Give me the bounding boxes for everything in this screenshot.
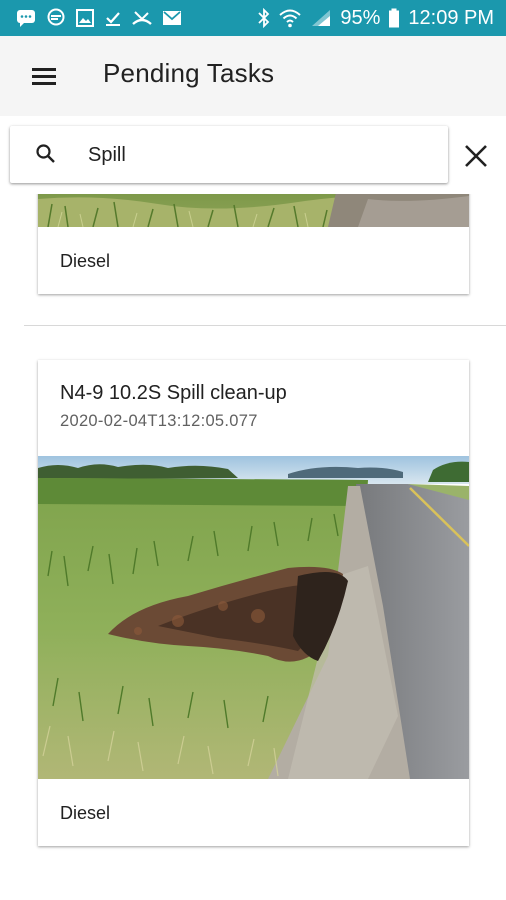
task-card[interactable]: N4-9 10.2S Spill clean-up 2020-02-04T13:… xyxy=(38,360,469,846)
task-type: Diesel xyxy=(60,251,111,271)
search-icon xyxy=(36,144,55,163)
task-photo xyxy=(38,456,469,779)
search-input[interactable] xyxy=(86,136,430,174)
menu-icon[interactable] xyxy=(26,62,62,90)
list-divider xyxy=(24,325,506,326)
battery-percent: 95% xyxy=(340,6,381,29)
signal-icon xyxy=(312,10,331,26)
task-title: N4-9 10.2S Spill clean-up xyxy=(60,382,287,404)
image-icon xyxy=(76,9,94,27)
task-timestamp: 2020-02-04T13:12:05.077 xyxy=(60,412,258,430)
battery-icon xyxy=(389,8,400,28)
task-type: Diesel xyxy=(60,803,111,823)
wifi-icon xyxy=(279,9,302,28)
search-bar xyxy=(10,126,448,183)
notification-icons xyxy=(16,8,182,28)
clock-time: 12:09 PM xyxy=(408,6,494,29)
status-bar: 95% 12:09 PM xyxy=(0,0,506,36)
task-list[interactable]: Diesel N4-9 10.2S Spill clean-up 2020-02… xyxy=(0,194,506,900)
message-icon xyxy=(17,10,35,27)
close-icon[interactable] xyxy=(460,140,492,172)
app-bar: Pending Tasks xyxy=(0,36,506,116)
task-photo xyxy=(38,194,469,227)
task-card[interactable]: Diesel xyxy=(38,194,469,294)
bluetooth-icon xyxy=(258,8,270,28)
chat-icon xyxy=(47,8,65,26)
task-check-icon xyxy=(106,12,120,26)
page-title: Pending Tasks xyxy=(103,58,275,88)
mail-icon xyxy=(163,11,181,25)
missed-call-icon xyxy=(132,11,152,25)
